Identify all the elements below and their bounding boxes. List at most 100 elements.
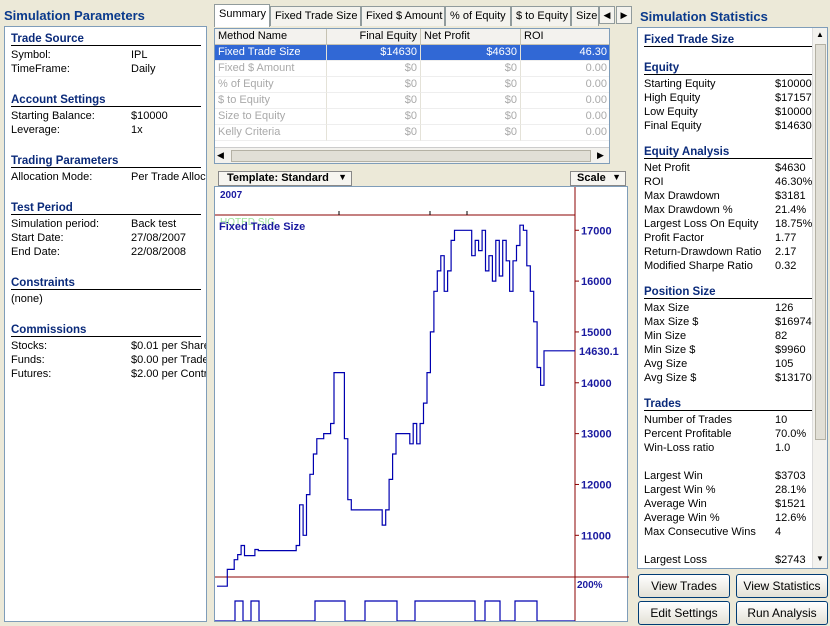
stat-label: Simulation period: [11, 218, 100, 230]
column-header[interactable]: Method Name [215, 29, 327, 45]
stat-value: 0.32 [775, 260, 797, 272]
scrollbar-thumb[interactable] [231, 150, 591, 162]
grid-cell[interactable]: $14630 [327, 45, 421, 61]
stat-value: 4 [775, 526, 782, 538]
column-header[interactable]: Net Profit [421, 29, 521, 45]
grid-cell[interactable]: $0 [421, 77, 521, 93]
stat-label: Largest Win % [644, 484, 716, 496]
grid-cell[interactable]: $0 [421, 109, 521, 125]
equity-chart[interactable]: 2007 HOTED SIG Fixed Trade Size 17000 16000 1… [214, 186, 629, 622]
stat-label: Percent Profitable [644, 428, 732, 440]
scale-dropdown[interactable]: Scale ▼ [570, 171, 626, 186]
method-name-cell[interactable]: Fixed $ Amount [215, 61, 327, 77]
stat-value: 1.77 [775, 232, 797, 244]
section-title: Constraints [11, 277, 201, 290]
scrollbar-thumb[interactable] [815, 44, 826, 440]
stat-value: 12.6% [775, 512, 807, 524]
scroll-left-icon[interactable]: ◀ [217, 150, 224, 161]
tab-5[interactable]: Size [571, 6, 599, 26]
section-title: Account Settings [11, 94, 201, 107]
grid-cell[interactable]: $0 [327, 109, 421, 125]
stat-value: $10000 [775, 106, 812, 118]
scroll-up-icon[interactable]: ▲ [816, 30, 824, 39]
summary-grid: Method Name Final Equity Net Profit ROI Fixe… [214, 28, 610, 164]
section-title: Equity Analysis [644, 146, 812, 159]
run-analysis-button[interactable]: Run Analysis [736, 601, 828, 625]
stat-value: 126 [775, 302, 794, 314]
stat-value: 22/08/2008 [131, 246, 187, 258]
grid-cell[interactable]: $0 [327, 61, 421, 77]
stat-label: Largest Loss On Equity [644, 218, 759, 230]
chevron-down-icon: ▼ [338, 172, 347, 182]
stat-value: 105 [775, 358, 794, 370]
grid-cell[interactable]: $0 [327, 93, 421, 109]
scroll-down-icon[interactable]: ▼ [816, 554, 824, 563]
grid-cell[interactable]: 46.30 [521, 45, 609, 61]
tab-scroll-left-button[interactable]: ◀ [599, 6, 615, 24]
simulation-parameters-panel: Trade Source Symbol: IPL TimeFrame: Daily Acc… [4, 26, 207, 622]
edit-settings-button[interactable]: Edit Settings [638, 601, 730, 625]
grid-cell[interactable]: $0 [421, 61, 521, 77]
stat-value: $10000 [775, 78, 812, 90]
stat-label: Average Win [644, 498, 707, 510]
section-title: Trades [644, 398, 812, 411]
stat-value: $10000 [131, 110, 168, 122]
method-name-cell[interactable]: $ to Equity [215, 93, 327, 109]
statistics-vertical-scrollbar[interactable]: ▲ ▼ [812, 28, 827, 568]
grid-cell[interactable]: $4630 [421, 45, 521, 61]
grid-horizontal-scrollbar[interactable]: ◀ ▶ [215, 147, 609, 163]
grid-cell[interactable]: 0.00 [521, 93, 609, 109]
stat-value: $1521 [775, 498, 806, 510]
stat-value: Per Trade Alloc [131, 171, 206, 183]
stat-label: Max Drawdown [644, 190, 720, 202]
grid-cell[interactable]: $0 [327, 125, 421, 141]
stat-label: Avg Size [644, 358, 688, 370]
stat-label: Largest Loss [644, 554, 707, 566]
stat-value: $4630 [775, 162, 806, 174]
grid-cell[interactable]: 0.00 [521, 109, 609, 125]
stat-value: 46.30% [775, 176, 813, 188]
tab-scroll-right-button[interactable]: ▶ [616, 6, 632, 24]
column-header[interactable]: Final Equity [327, 29, 421, 45]
template-dropdown[interactable]: Template: Standard ▼ [218, 171, 352, 186]
stat-label: High Equity [644, 92, 701, 104]
y-tick-label: 13000 [581, 429, 612, 441]
stat-value: 1.0 [775, 442, 791, 454]
grid-cell[interactable]: 0.00 [521, 125, 609, 141]
stat-value: $3703 [775, 470, 806, 482]
chevron-down-icon: ▼ [612, 172, 621, 182]
stat-label: Starting Equity [644, 78, 716, 90]
method-name-cell[interactable]: Fixed Trade Size [215, 45, 327, 61]
stat-label: Return-Drawdown Ratio [644, 246, 762, 258]
tab-4[interactable]: $ to Equity [511, 6, 571, 26]
grid-cell[interactable]: $0 [327, 77, 421, 93]
tab-3[interactable]: % of Equity [445, 6, 511, 26]
stat-label: Min Size $ [644, 344, 696, 356]
tab-1[interactable]: Fixed Trade Size [270, 6, 361, 26]
stat-value: 27/08/2007 [131, 232, 187, 244]
view-trades-button[interactable]: View Trades [638, 574, 730, 598]
scroll-right-icon[interactable]: ▶ [597, 150, 604, 161]
tab-0[interactable]: Summary [214, 4, 270, 27]
stat-value: $2.00 per Contr [131, 368, 207, 380]
stat-label: Futures: [11, 368, 52, 380]
grid-cell[interactable]: $0 [421, 125, 521, 141]
method-name-cell[interactable]: Kelly Criteria [215, 125, 327, 141]
stat-value: $9960 [775, 344, 806, 356]
lower-panel-label: 200% [577, 580, 603, 591]
stat-label: Net Profit [644, 162, 690, 174]
view-statistics-button[interactable]: View Statistics [736, 574, 828, 598]
stat-value: $17157 [775, 92, 812, 104]
column-header[interactable]: ROI [521, 29, 609, 45]
grid-cell[interactable]: $0 [421, 93, 521, 109]
method-name-cell[interactable]: % of Equity [215, 77, 327, 93]
grid-cell[interactable]: 0.00 [521, 77, 609, 93]
y-tick-label: 17000 [581, 225, 612, 237]
method-name-cell[interactable]: Size to Equity [215, 109, 327, 125]
stat-label: Allocation Mode: [11, 171, 93, 183]
tab-2[interactable]: Fixed $ Amount [361, 6, 445, 26]
stat-label: Starting Balance: [11, 110, 95, 122]
grid-cell[interactable]: 0.00 [521, 61, 609, 77]
last-value-label: 14630.1 [579, 346, 619, 358]
section-title: Equity [644, 62, 812, 75]
